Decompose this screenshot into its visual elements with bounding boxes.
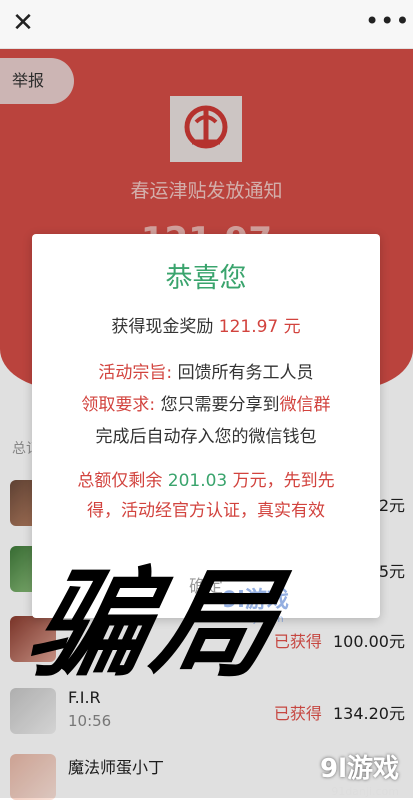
watermark-sub: 91danji.com bbox=[331, 785, 399, 798]
requirement-line: 领取要求: 您只需要分享到微信群 bbox=[32, 390, 380, 415]
require-target: 微信群 bbox=[279, 395, 331, 415]
purpose-label: 活动宗旨: bbox=[98, 363, 173, 383]
top-navigation-bar: ✕ ••• bbox=[0, 0, 413, 49]
reward-amount-text: 121.97 元 bbox=[218, 317, 301, 337]
purpose-text: 回馈所有务工人员 bbox=[177, 363, 314, 383]
purpose-line: 活动宗旨: 回馈所有务工人员 bbox=[32, 358, 380, 383]
remaining-line-2: 得，活动经官方认证，真实有效 bbox=[87, 501, 325, 521]
dialog-title: 恭喜您 bbox=[165, 263, 247, 294]
reward-prefix: 获得现金奖励 bbox=[111, 317, 214, 337]
remain-suffix: 万元，先到先 bbox=[232, 471, 335, 491]
require-text: 您只需要分享到 bbox=[160, 395, 280, 415]
auto-deposit-line: 完成后自动存入您的微信钱包 bbox=[95, 427, 317, 447]
remaining-line: 总额仅剩余 201.03 万元，先到先 bbox=[32, 466, 380, 491]
remain-prefix: 总额仅剩余 bbox=[77, 471, 163, 491]
reward-line: 获得现金奖励 121.97 元 bbox=[32, 312, 380, 337]
more-dots-icon[interactable]: ••• bbox=[365, 8, 409, 38]
watermark-main: 9l游戏 bbox=[319, 754, 399, 784]
remain-amount: 201.03 bbox=[167, 471, 228, 491]
require-label: 领取要求: bbox=[81, 395, 156, 415]
scam-stamp-text: 骗局 bbox=[17, 555, 295, 693]
watermark-logo-bottom: 9l游戏 91danji.com bbox=[320, 748, 399, 798]
close-icon[interactable]: ✕ bbox=[8, 8, 38, 38]
